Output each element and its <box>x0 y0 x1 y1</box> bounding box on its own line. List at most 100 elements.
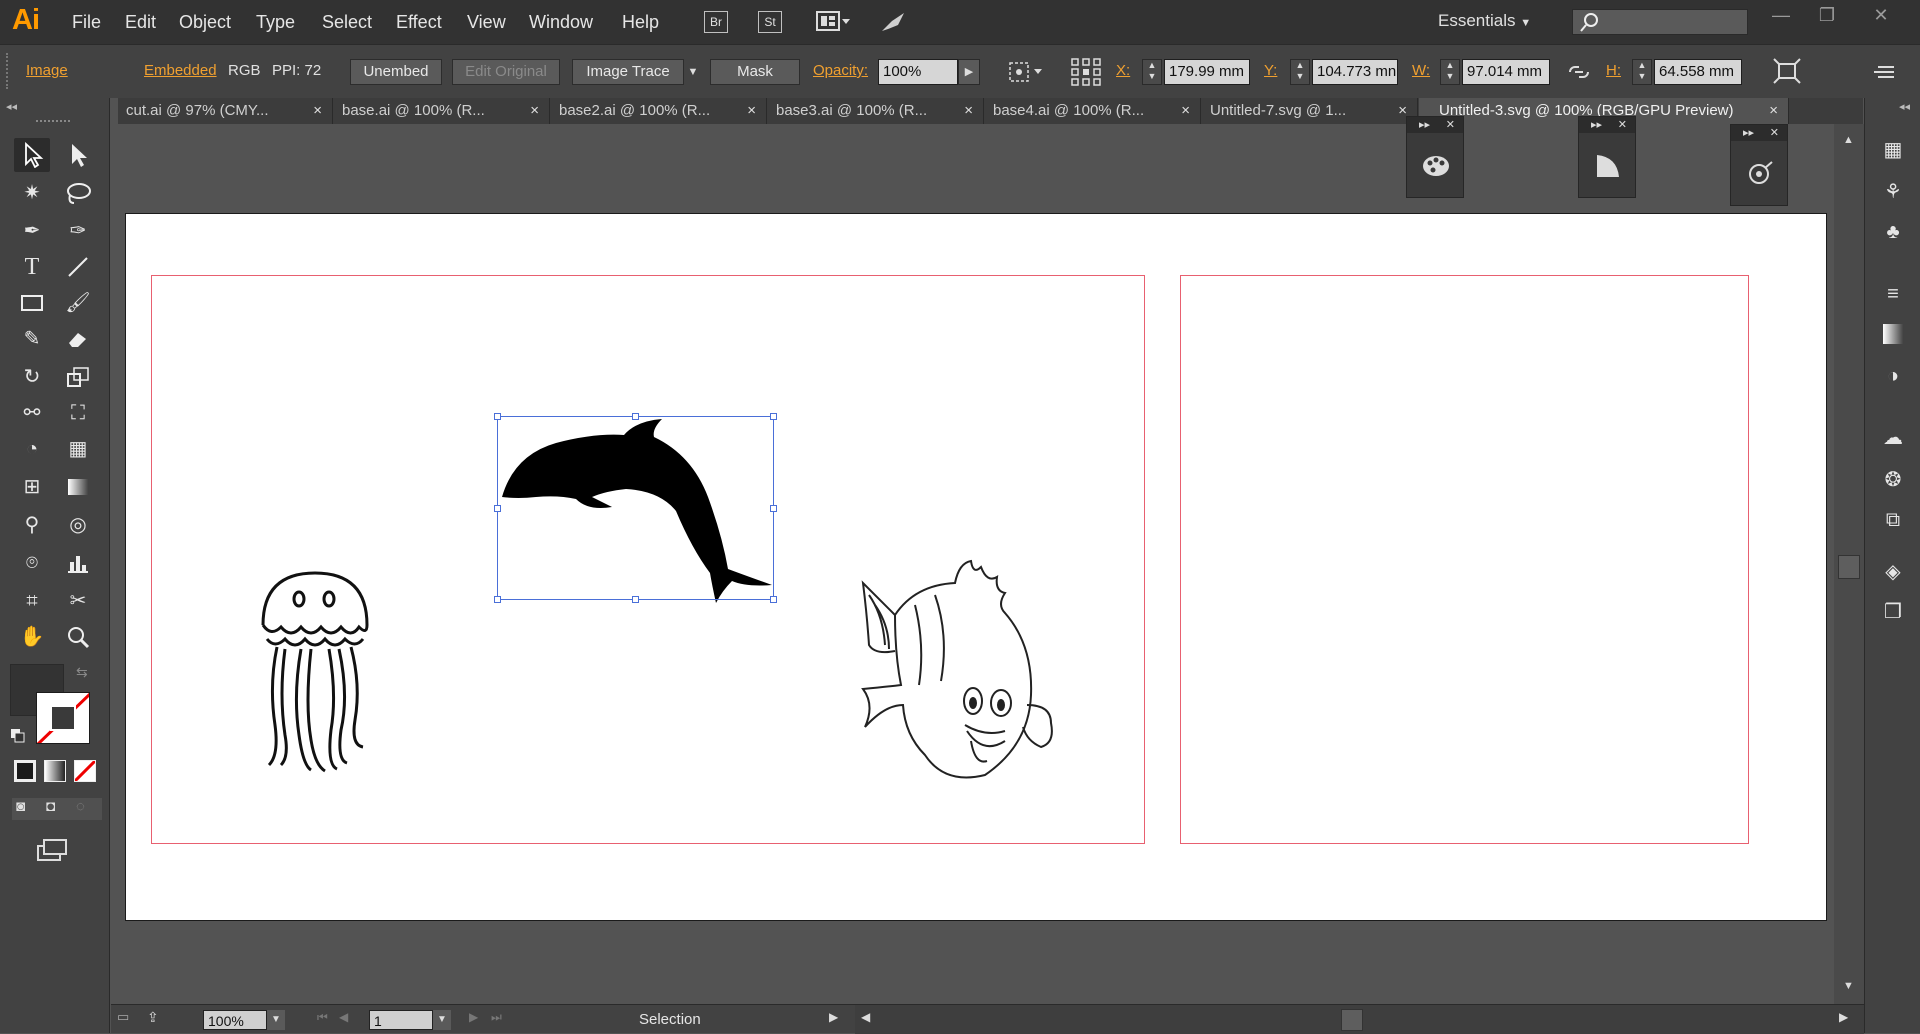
transparency-icon[interactable]: ◑ <box>1879 362 1907 390</box>
pen-tool-icon[interactable]: ✒ <box>14 214 50 248</box>
menu-window[interactable]: Window <box>529 12 593 33</box>
x-field[interactable]: 179.99 mm <box>1164 59 1250 85</box>
transform-icon[interactable] <box>1772 57 1802 85</box>
w-field[interactable]: 97.014 mm <box>1462 59 1550 85</box>
gradient-mode-icon[interactable] <box>44 760 66 782</box>
next-artboard-icon[interactable]: ▶ <box>469 1010 478 1024</box>
shape-panel-icon[interactable] <box>1593 151 1623 181</box>
resize-handle[interactable] <box>632 413 639 420</box>
collapse-panel-icon[interactable]: ◂◂ <box>6 100 17 113</box>
tab-base2[interactable]: base2.ai @ 100% (R... × <box>551 98 767 124</box>
horizontal-scrollbar[interactable]: ◀ ▶ <box>855 1005 1864 1034</box>
gpu-status-icon[interactable]: ▭ <box>117 1009 143 1029</box>
minimize-button[interactable]: — <box>1766 6 1796 26</box>
opacity-field[interactable]: 100% <box>878 59 958 85</box>
shape-builder-tool-icon[interactable]: ◔ <box>14 432 50 466</box>
tools-grip[interactable] <box>36 120 70 124</box>
y-stepper[interactable]: ▲ ▼ <box>1290 59 1310 85</box>
rectangle-tool-icon[interactable] <box>14 286 50 320</box>
image-trace-panel[interactable]: ▸▸ ✕ <box>1730 124 1788 206</box>
close-icon[interactable]: × <box>313 98 322 124</box>
menu-edit[interactable]: Edit <box>125 12 156 33</box>
panel-header[interactable]: ▸▸ ✕ <box>1579 117 1635 133</box>
tab-base3[interactable]: base3.ai @ 100% (R... × <box>768 98 984 124</box>
artboards-icon[interactable]: ❐ <box>1879 598 1907 626</box>
last-artboard-icon[interactable]: ⏭ <box>491 1010 502 1025</box>
brushes-icon[interactable]: ⚘ <box>1879 178 1907 206</box>
close-window-button[interactable]: ✕ <box>1866 6 1896 26</box>
zoom-field[interactable]: 100% <box>203 1010 267 1030</box>
prev-artboard-icon[interactable]: ◀ <box>339 1010 348 1024</box>
curvature-tool-icon[interactable]: ✑ <box>60 214 96 248</box>
first-artboard-icon[interactable]: ⏮ <box>317 1010 328 1025</box>
cc-libraries-icon[interactable]: ☁ <box>1879 424 1907 452</box>
layers-icon[interactable]: ◈ <box>1879 558 1907 586</box>
zoom-dropdown-icon[interactable]: ▼ <box>267 1010 285 1030</box>
gradient-panel-icon[interactable] <box>1879 320 1907 348</box>
control-bar-grip[interactable] <box>6 53 10 89</box>
fill-swatch[interactable] <box>36 692 90 744</box>
color-mode-icon[interactable] <box>14 760 36 782</box>
eraser-tool-icon[interactable] <box>60 322 96 356</box>
pencil-tool-icon[interactable]: ✎ <box>14 322 50 356</box>
draw-normal-icon[interactable]: ◙ <box>16 798 25 815</box>
workspace-switcher[interactable]: Essentials ▼ <box>1438 11 1531 31</box>
resize-handle[interactable] <box>494 413 501 420</box>
close-icon[interactable]: ✕ <box>1770 126 1779 139</box>
w-stepper[interactable]: ▲ ▼ <box>1440 59 1460 85</box>
panel-header[interactable]: ▸▸ ✕ <box>1407 117 1463 133</box>
fish-image[interactable] <box>855 555 1055 785</box>
scale-tool-icon[interactable] <box>60 360 96 394</box>
close-icon[interactable]: ✕ <box>1618 118 1627 131</box>
vertical-scroll-thumb[interactable] <box>1838 555 1860 579</box>
stock-button[interactable]: St <box>758 11 782 33</box>
menu-file[interactable]: File <box>72 12 101 33</box>
unembed-button[interactable]: Unembed <box>350 59 442 85</box>
scroll-down-icon[interactable]: ▼ <box>1843 980 1854 992</box>
close-icon[interactable]: ✕ <box>1446 118 1455 131</box>
hand-tool-icon[interactable]: ✋ <box>14 620 50 654</box>
menu-object[interactable]: Object <box>179 12 231 33</box>
tab-base[interactable]: base.ai @ 100% (R... × <box>334 98 550 124</box>
stroke-icon[interactable]: ≡ <box>1879 280 1907 308</box>
image-trace-dropdown-icon[interactable]: ▼ <box>684 59 702 85</box>
recolor-icon[interactable] <box>1006 59 1046 85</box>
restore-button[interactable]: ❐ <box>1812 6 1842 26</box>
color-guide-panel[interactable]: ▸▸ ✕ <box>1406 116 1464 198</box>
menu-select[interactable]: Select <box>322 12 372 33</box>
scroll-up-icon[interactable]: ▲ <box>1843 134 1854 146</box>
blend-tool-icon[interactable]: ◎ <box>60 508 96 542</box>
vertical-scrollbar[interactable]: ▲ ▼ <box>1834 124 1864 1004</box>
bridge-button[interactable]: Br <box>704 11 728 33</box>
draw-inside-icon[interactable]: ◌ <box>76 798 85 815</box>
image-trace-icon[interactable] <box>1745 159 1775 189</box>
swatches-grid-icon[interactable]: ▦ <box>1879 136 1907 164</box>
width-tool-icon[interactable]: ⚯ <box>14 396 50 430</box>
h-label[interactable]: H: <box>1606 62 1621 79</box>
line-segment-tool-icon[interactable] <box>60 250 96 284</box>
magic-wand-tool-icon[interactable]: ✷ <box>14 176 50 210</box>
appearance-icon[interactable]: ❂ <box>1879 466 1907 494</box>
x-label[interactable]: X: <box>1116 62 1130 79</box>
gpu-performance-icon[interactable] <box>878 9 908 35</box>
eyedropper-tool-icon[interactable]: ⚲ <box>14 508 50 542</box>
tab-base4[interactable]: base4.ai @ 100% (R... × <box>985 98 1201 124</box>
close-icon[interactable]: × <box>964 98 973 124</box>
image-trace-button[interactable]: Image Trace <box>572 59 684 85</box>
artboard-tool-icon[interactable]: ⌗ <box>14 584 50 618</box>
artboard-number-field[interactable]: 1 <box>369 1010 433 1030</box>
tab-untitled-7[interactable]: Untitled-7.svg @ 1... × <box>1202 98 1418 124</box>
reference-point-icon[interactable] <box>1070 57 1102 87</box>
resize-handle[interactable] <box>494 596 501 603</box>
object-type-link[interactable]: Image <box>26 62 68 79</box>
control-bar-menu-icon[interactable] <box>1872 61 1898 83</box>
resize-handle[interactable] <box>770 505 777 512</box>
menu-help[interactable]: Help <box>622 12 659 33</box>
column-graph-tool-icon[interactable] <box>60 546 96 580</box>
arrange-documents-icon[interactable] <box>816 11 852 33</box>
selection-tool-icon[interactable] <box>14 138 50 172</box>
menu-type[interactable]: Type <box>256 12 295 33</box>
asset-export-icon[interactable]: ⧉ <box>1879 506 1907 534</box>
artboard-2[interactable] <box>1180 275 1749 844</box>
panel-header[interactable]: ▸▸ ✕ <box>1731 125 1787 141</box>
